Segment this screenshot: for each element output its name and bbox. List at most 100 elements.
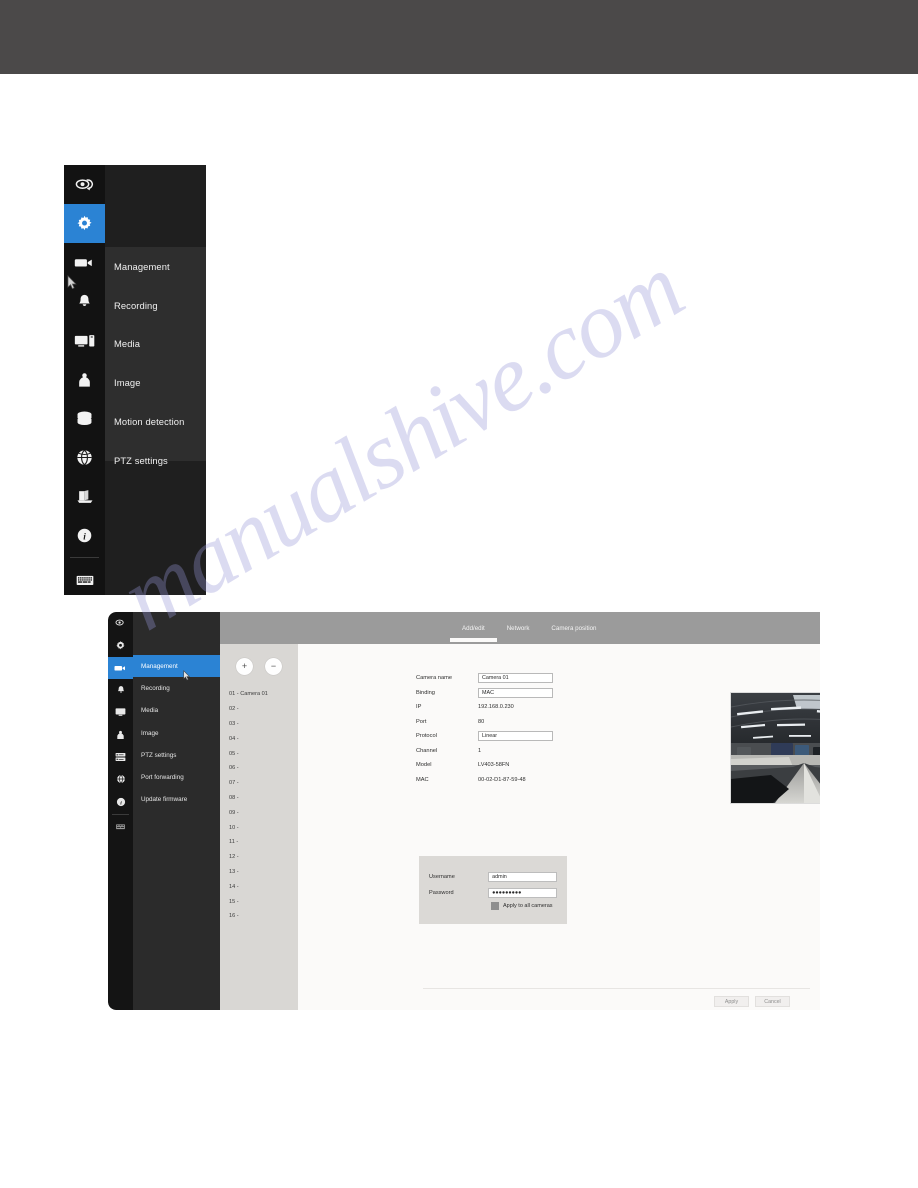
add-camera-button[interactable]: +	[236, 658, 253, 675]
apply-to-all-cameras-row[interactable]: Apply to all cameras	[429, 902, 557, 910]
camera-settings-form: Camera name Camera 01 Binding MAC IP 192…	[416, 671, 666, 787]
list-item[interactable]: 02 -	[220, 702, 298, 717]
port-value: 80	[478, 718, 485, 725]
channel-label: 13 -	[229, 868, 239, 875]
user-icon[interactable]	[64, 360, 105, 399]
model-value: LV403-58FN	[478, 762, 510, 769]
alarm-bell-icon[interactable]	[108, 679, 133, 701]
camera-live-preview[interactable]	[730, 692, 820, 804]
menu-item-label: Motion detection	[114, 416, 185, 428]
settings-gear-icon[interactable]	[108, 634, 133, 656]
page-root: i Management Recording Media Image Motio…	[0, 0, 918, 1188]
password-input[interactable]: ●●●●●●●●●	[488, 887, 557, 898]
list-item[interactable]: 06 -	[220, 761, 298, 776]
list-item[interactable]: 10 -	[220, 820, 298, 835]
network-icon[interactable]	[64, 438, 105, 477]
tab-label: Network	[506, 624, 530, 632]
sidebar-item-update-firmware[interactable]: Update firmware	[133, 789, 220, 811]
protocol-input[interactable]: Linear	[478, 731, 553, 742]
page-header-band	[0, 0, 918, 74]
list-item[interactable]: 14 -	[220, 879, 298, 894]
sidebar-item-ptz-settings[interactable]: PTZ settings	[133, 744, 220, 766]
archive-icon[interactable]	[64, 477, 105, 516]
sidebar-item-label: PTZ settings	[141, 751, 177, 759]
channel-label: 07 -	[229, 780, 239, 787]
remove-camera-button[interactable]: −	[265, 658, 282, 675]
tab-camera-position[interactable]: Camera position	[549, 625, 598, 632]
sidebar-item-media[interactable]: Media	[133, 700, 220, 722]
add-camera-label: +	[241, 661, 248, 671]
menu-item-image[interactable]: Image	[105, 363, 206, 402]
cancel-button[interactable]: Cancel	[755, 996, 790, 1007]
app-icon-rail: i	[108, 612, 133, 1010]
storage-icon[interactable]	[64, 399, 105, 438]
sidebar-item-label: Update firmware	[141, 796, 188, 804]
keyboard-icon[interactable]	[64, 560, 105, 599]
app-topbar: Add/edit Network Camera position	[220, 612, 820, 644]
field-label: IP	[416, 704, 422, 711]
menu-item-label: Recording	[114, 299, 158, 311]
list-item[interactable]: 04 -	[220, 731, 298, 746]
tab-network[interactable]: Network	[505, 625, 532, 632]
apply-to-all-checkbox[interactable]	[491, 902, 499, 910]
field-label: MAC	[416, 776, 429, 783]
settings-submenu: Management Recording Media Image Motion …	[105, 247, 206, 466]
camera-name-input[interactable]: Camera 01	[478, 673, 553, 684]
username-input[interactable]: admin	[488, 871, 557, 882]
menu-item-label: Image	[114, 377, 141, 389]
sidebar-item-recording[interactable]: Recording	[133, 677, 220, 699]
list-item[interactable]: 01 - Camera 01	[220, 687, 298, 702]
info-icon[interactable]: i	[108, 790, 133, 812]
network-icon[interactable]	[108, 768, 133, 790]
field-binding: Binding MAC	[416, 686, 666, 701]
field-camera-name: Camera name Camera 01	[416, 671, 666, 686]
sidebar-item-management[interactable]: Management	[133, 655, 220, 678]
channel-label: 16 -	[229, 913, 239, 920]
list-item[interactable]: 13 -	[220, 865, 298, 880]
alarm-bell-icon[interactable]	[64, 282, 105, 321]
camera-icon[interactable]	[108, 656, 133, 679]
list-item[interactable]: 05 -	[220, 746, 298, 761]
channel-list-panel: + − 01 - Camera 01 02 - 03 - 04 - 05 - 0…	[220, 644, 298, 1010]
sidebar-item-port-forwarding[interactable]: Port forwarding	[133, 766, 220, 788]
channel-label: 11 -	[229, 839, 239, 846]
list-item[interactable]: 03 -	[220, 717, 298, 732]
rail-divider	[112, 813, 129, 815]
tab-label: Add/edit	[462, 624, 485, 632]
field-label: Model	[416, 762, 432, 769]
user-icon[interactable]	[108, 723, 133, 745]
tab-add-edit[interactable]: Add/edit	[450, 624, 497, 642]
display-icon[interactable]	[108, 701, 133, 723]
camera-credentials-panel: Username admin Password ●●●●●●●●● Apply …	[419, 856, 567, 924]
list-item[interactable]: 12 -	[220, 850, 298, 865]
field-ip: IP 192.168.0.230	[416, 700, 666, 715]
live-view-icon[interactable]	[108, 612, 133, 634]
list-item[interactable]: 09 -	[220, 805, 298, 820]
binding-input[interactable]: MAC	[478, 687, 553, 698]
display-icon[interactable]	[64, 321, 105, 360]
menu-item-recording[interactable]: Recording	[105, 286, 206, 325]
list-item[interactable]: 11 -	[220, 835, 298, 850]
menu-item-ptz-settings[interactable]: PTZ settings	[105, 441, 206, 480]
settings-gear-icon[interactable]	[64, 204, 105, 243]
menu-item-media[interactable]: Media	[105, 325, 206, 364]
info-icon[interactable]: i	[64, 516, 105, 555]
live-view-icon[interactable]	[64, 165, 105, 204]
apply-button[interactable]: Apply	[714, 996, 749, 1007]
list-item[interactable]: 15 -	[220, 894, 298, 909]
list-item[interactable]: 07 -	[220, 776, 298, 791]
sidebar-item-image[interactable]: Image	[133, 722, 220, 744]
camera-icon[interactable]	[64, 243, 105, 282]
field-label: Password	[429, 889, 454, 896]
menu-item-motion-detection[interactable]: Motion detection	[105, 402, 206, 441]
storage-icon[interactable]	[108, 746, 133, 768]
list-item[interactable]: 08 -	[220, 791, 298, 806]
list-item[interactable]: 16 -	[220, 909, 298, 924]
remove-camera-label: −	[270, 661, 277, 671]
keyboard-icon[interactable]	[108, 816, 133, 838]
field-label: Binding	[416, 689, 435, 696]
menu-item-management[interactable]: Management	[105, 247, 206, 286]
sidebar-item-label: Management	[141, 662, 178, 670]
channel-label: 02 -	[229, 706, 239, 713]
menu-item-label: Media	[114, 338, 141, 350]
